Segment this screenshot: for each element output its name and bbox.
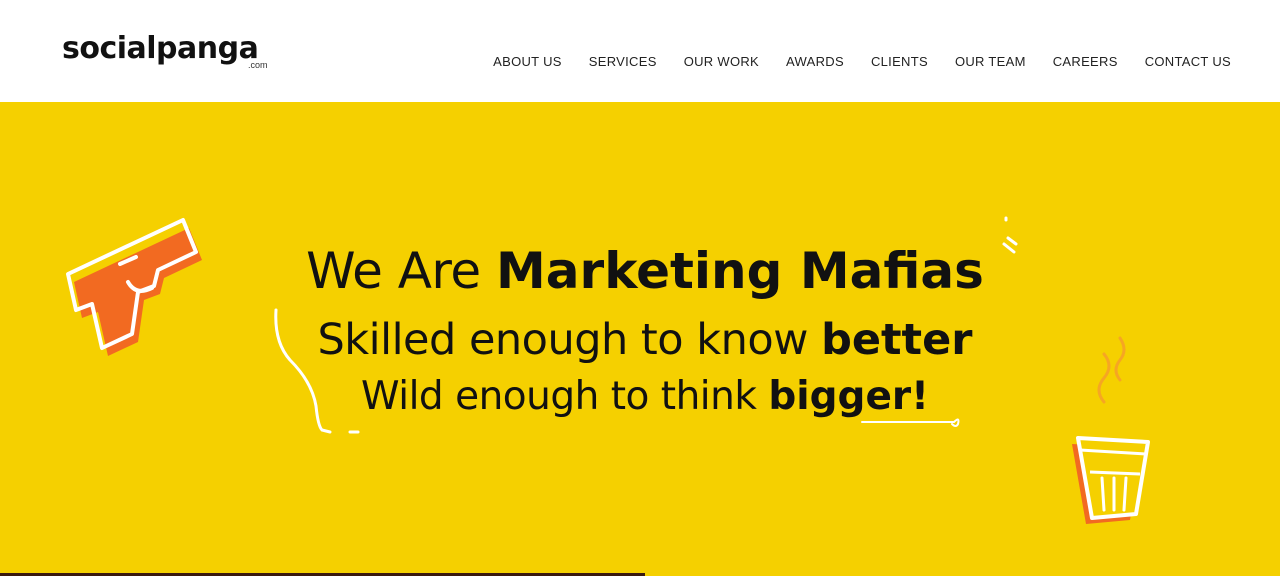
main-nav: ABOUT US SERVICES OUR WORK AWARDS CLIENT… [493,54,1231,69]
headline-light: We Are [306,242,497,300]
nav-awards[interactable]: AWARDS [786,54,844,69]
tea-glass-icon [1072,436,1150,524]
brand-logo[interactable]: socialpanga .com [62,30,277,74]
steam-decoration [1097,336,1126,404]
subline-1-light: Skilled enough to know [317,315,822,365]
hero-subline-1: Skilled enough to know better [5,315,1280,365]
nav-contact-us[interactable]: CONTACT US [1145,54,1231,69]
subline-2-bold: bigger! [768,374,929,419]
site-header: socialpanga .com ABOUT US SERVICES OUR W… [0,0,1280,102]
subline-1-bold: better [821,315,973,365]
nav-services[interactable]: SERVICES [589,54,657,69]
nav-careers[interactable]: CAREERS [1053,54,1118,69]
hero-subline-2: Wild enough to think bigger! [5,374,1280,419]
brand-name: socialpanga [62,31,259,66]
nav-our-work[interactable]: OUR WORK [684,54,759,69]
nav-our-team[interactable]: OUR TEAM [955,54,1026,69]
nav-about-us[interactable]: ABOUT US [493,54,562,69]
brand-suffix: .com [248,60,268,70]
hero-banner: We Are Marketing Mafias Skilled enough t… [0,102,1280,576]
headline-bold: Marketing Mafias [496,242,984,300]
hero-headline: We Are Marketing Mafias [5,242,1280,300]
subline-2-light: Wild enough to think [361,374,769,419]
nav-clients[interactable]: CLIENTS [871,54,928,69]
